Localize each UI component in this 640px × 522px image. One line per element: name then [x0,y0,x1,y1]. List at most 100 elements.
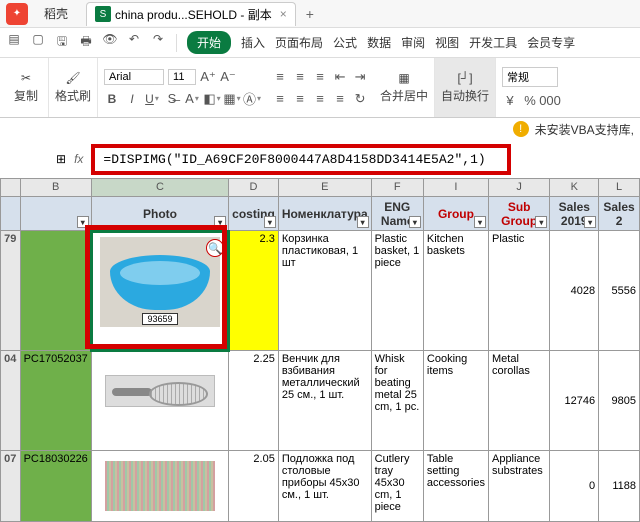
wrap-button[interactable]: [┘] 自动换行 [441,58,489,117]
bold-button[interactable]: B [104,91,120,107]
close-icon[interactable]: × [280,7,287,21]
cell[interactable]: 5556 [599,231,640,351]
tab-insert[interactable]: 插入 [241,34,265,51]
photo-cell[interactable]: 93659🔍 [91,231,228,351]
tab-layout[interactable]: 页面布局 [275,34,323,51]
cell[interactable]: Kitchen baskets [423,231,488,351]
cell[interactable]: PC17052037 [20,351,91,451]
cell[interactable]: Plastic [488,231,549,351]
col-J[interactable]: J [488,179,549,197]
tab-start[interactable]: 开始 [187,31,231,54]
filter-icon[interactable]: ▾ [214,216,226,228]
col-F[interactable]: F [371,179,423,197]
cell[interactable]: Table setting accessories [423,451,488,522]
align-left-icon[interactable]: ≡ [272,91,288,107]
font-color-button[interactable]: A▾ [184,91,200,107]
decrease-font-icon[interactable]: A⁻ [220,69,236,85]
font-select[interactable]: Arial [104,69,164,85]
table-row[interactable]: 07 PC18030226 2.05 Подложка под столовые… [1,451,640,522]
format-painter-button[interactable]: 🖌 格式刷 [55,58,91,117]
cell[interactable]: Appliance substrates [488,451,549,522]
filter-icon[interactable]: ▾ [77,216,89,228]
redo-icon[interactable]: ↷ [150,32,166,53]
filter-icon[interactable]: ▾ [535,216,547,228]
photo-cell[interactable] [91,351,228,451]
cell[interactable]: Whisk for beating metal 25 cm, 1 pc. [371,351,423,451]
save-icon[interactable]: 🖫 [54,32,70,53]
italic-button[interactable]: I [124,91,140,107]
border-button[interactable]: ▦▾ [224,91,240,107]
table-row[interactable]: 04 PC17052037 2.25 Венчик для взбивания … [1,351,640,451]
cell[interactable]: Подложка под столовые приборы 45х30 см.,… [278,451,371,522]
col-I[interactable]: I [423,179,488,197]
cell[interactable]: Cutlery tray 45x30 cm, 1 piece [371,451,423,522]
cell[interactable]: PC18030226 [20,451,91,522]
fill-color-button[interactable]: ◧▾ [204,91,220,107]
col-D[interactable]: D [229,179,279,197]
tab-formula[interactable]: 公式 [333,34,357,51]
cell[interactable]: Metal corollas [488,351,549,451]
print-icon[interactable]: 🖶 [78,32,94,53]
col-E[interactable]: E [278,179,371,197]
fx-icon[interactable]: fx [74,152,83,166]
app-name[interactable]: 稻壳 [34,5,78,22]
cell[interactable]: 4028 [550,231,599,351]
preview-icon[interactable]: 👁 [102,32,118,53]
sheet[interactable]: B C D E F I J K L ▾ Photo▾ costing▾ Номе… [0,178,640,522]
copy-button[interactable]: ✂ 复制 [10,58,42,117]
row-header[interactable]: 79 [1,231,21,351]
cell[interactable]: Plastic basket, 1 piece [371,231,423,351]
align-center-icon[interactable]: ≡ [292,91,308,107]
font-size-select[interactable]: 11 [168,69,196,85]
tab-review[interactable]: 审阅 [401,34,425,51]
filter-icon[interactable]: ▾ [357,216,369,228]
expand-icon[interactable]: ⊞ [56,152,66,166]
percent-icon[interactable]: % [522,93,538,109]
filter-icon[interactable]: ▾ [474,216,486,228]
cell[interactable]: 2.25 [229,351,279,451]
magnify-icon[interactable]: 🔍 [206,239,224,257]
document-tab[interactable]: S china produ...SEHOLD - 副本 × [86,2,296,26]
cell[interactable]: Cooking items [423,351,488,451]
corner[interactable] [1,179,21,197]
indent-r-icon[interactable]: ⇥ [352,69,368,85]
col-C[interactable]: C [91,179,228,197]
col-L[interactable]: L [599,179,640,197]
tab-data[interactable]: 数据 [367,34,391,51]
filter-icon[interactable]: ▾ [409,216,421,228]
strike-button[interactable]: S̶ [164,91,180,107]
align-top-icon[interactable]: ≡ [272,69,288,85]
filter-icon[interactable]: ▾ [264,216,276,228]
orientation-icon[interactable]: ↻ [352,91,368,107]
cell[interactable]: Корзинка пластиковая, 1 шт [278,231,371,351]
row-header[interactable]: 07 [1,451,21,522]
new-tab-button[interactable]: + [306,6,314,22]
increase-font-icon[interactable]: A⁺ [200,69,216,85]
align-right-icon[interactable]: ≡ [312,91,328,107]
number-format-select[interactable]: 常规 [502,67,558,87]
cell[interactable]: 2.05 [229,451,279,522]
table-row[interactable]: 79 93659🔍 2.3 Корзинка пластиковая, 1 шт… [1,231,640,351]
comma-icon[interactable]: 000 [542,93,558,109]
open-icon[interactable]: ▢ [30,32,46,53]
formula-input[interactable]: =DISPIMG("ID_A69CF20F8000447A8D4158DD341… [91,144,511,175]
cell[interactable]: Венчик для взбивания металлический 25 см… [278,351,371,451]
menu-icon[interactable]: ▤ [6,32,22,53]
cell[interactable]: 2.3 [229,231,279,351]
cell[interactable]: 9805 [599,351,640,451]
align-bot-icon[interactable]: ≡ [312,69,328,85]
row-header[interactable]: 04 [1,351,21,451]
justify-icon[interactable]: ≡ [332,91,348,107]
col-B[interactable]: B [20,179,91,197]
tab-dev[interactable]: 开发工具 [469,34,517,51]
cell[interactable]: 1188 [599,451,640,522]
style-button[interactable]: Ⓐ▾ [244,91,260,107]
currency-icon[interactable]: ¥ [502,93,518,109]
photo-cell[interactable] [91,451,228,522]
indent-l-icon[interactable]: ⇤ [332,69,348,85]
cell[interactable] [20,231,91,351]
align-mid-icon[interactable]: ≡ [292,69,308,85]
filter-icon[interactable]: ▾ [584,216,596,228]
underline-button[interactable]: U▾ [144,91,160,107]
cell[interactable]: 12746 [550,351,599,451]
